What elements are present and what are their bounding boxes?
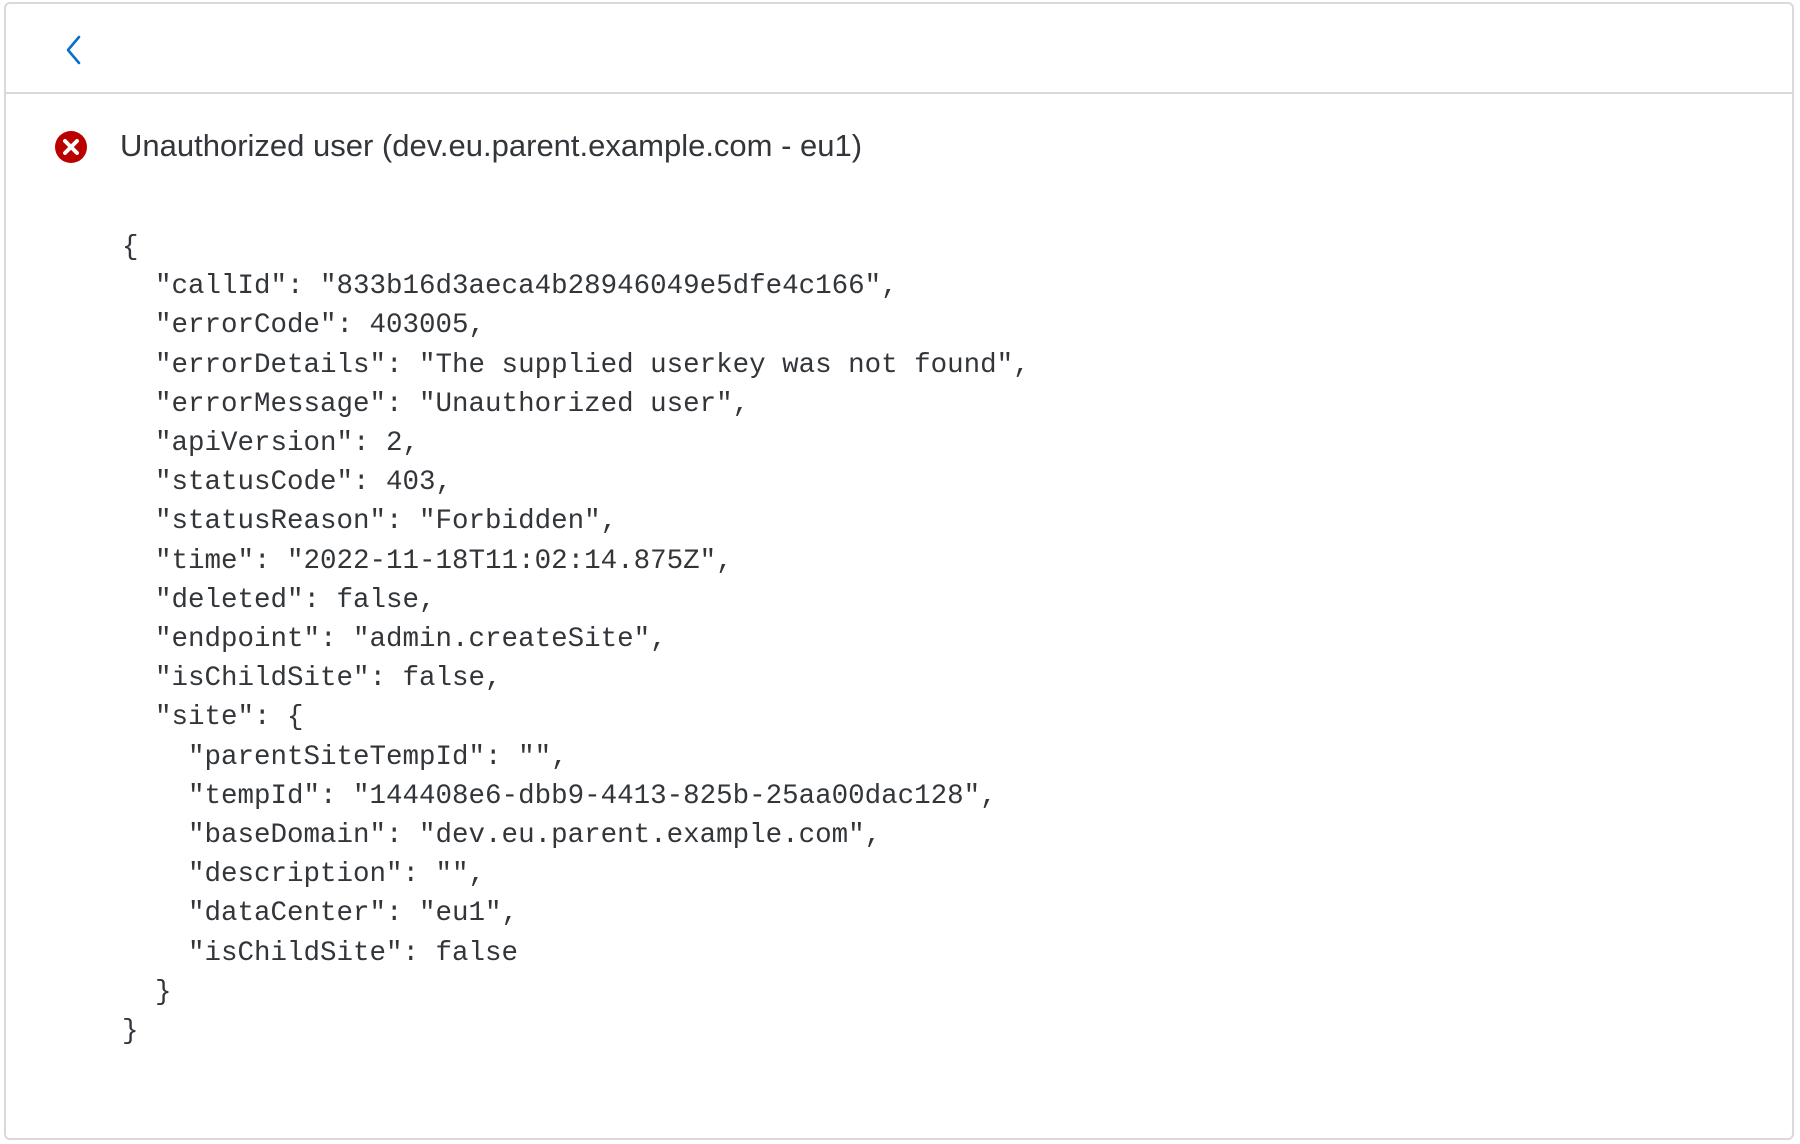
json-line: "callId": "833b16d3aeca4b28946049e5dfe4c… <box>122 271 898 303</box>
panel-header <box>6 4 1792 94</box>
chevron-left-icon <box>66 35 81 65</box>
json-line: "parentSiteTempId": "", <box>122 741 568 773</box>
json-line: { <box>122 232 139 263</box>
json-line: "deleted": false, <box>122 584 436 616</box>
error-detail-panel: Unauthorized user (dev.eu.parent.example… <box>4 2 1794 1140</box>
json-line: "errorDetails": "The supplied userkey wa… <box>122 349 1030 381</box>
json-line: "errorMessage": "Unauthorized user", <box>122 388 750 420</box>
json-line: "description": "", <box>122 859 486 891</box>
error-circle-icon <box>54 130 88 164</box>
json-line: "dataCenter": "eu1", <box>122 898 519 930</box>
error-message-row: Unauthorized user (dev.eu.parent.example… <box>6 122 1792 170</box>
json-line: "endpoint": "admin.createSite", <box>122 624 667 656</box>
json-line: "apiVersion": 2, <box>122 428 420 460</box>
error-title: Unauthorized user (dev.eu.parent.example… <box>120 128 863 163</box>
json-line: } <box>122 1016 139 1048</box>
json-line: "baseDomain": "dev.eu.parent.example.com… <box>122 820 882 852</box>
back-button[interactable] <box>50 26 98 74</box>
json-line: } <box>122 976 172 1008</box>
json-line: "time": "2022-11-18T11:02:14.875Z", <box>122 545 733 577</box>
json-line: "site": { <box>122 702 304 734</box>
json-line: "errorCode": 403005, <box>122 310 486 342</box>
json-line: "isChildSite": false <box>122 937 519 969</box>
json-line: "tempId": "144408e6-dbb9-4413-825b-25aa0… <box>122 780 997 812</box>
json-line: "statusCode": 403, <box>122 467 453 499</box>
error-details-json: { "callId": "833b16d3aeca4b28946049e5dfe… <box>122 228 1030 1051</box>
json-line: "isChildSite": false, <box>122 663 502 695</box>
json-line: "statusReason": "Forbidden", <box>122 506 618 538</box>
